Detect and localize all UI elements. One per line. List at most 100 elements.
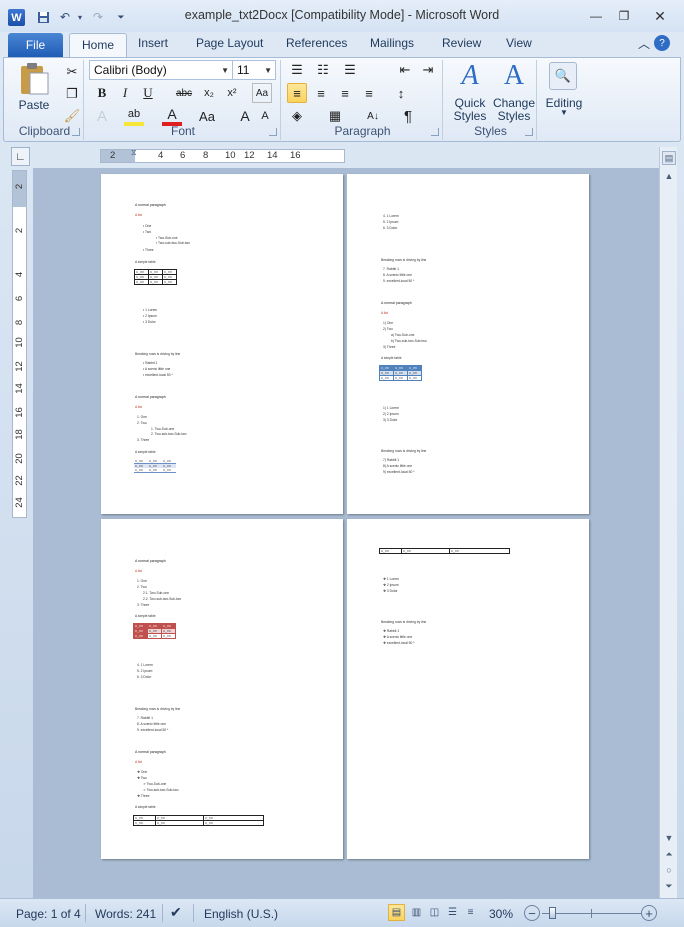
document-area[interactable]: A normal paragraph A list • One • Two ▪ … xyxy=(33,168,659,898)
page-4[interactable]: C_XX C_XX C_XX ❖ 1 Lorem ❖ 2 Ipsum ❖ 3 Dol… xyxy=(347,519,589,859)
shading-icon[interactable]: ◈ xyxy=(287,106,307,126)
select-browse-object-icon[interactable]: ○ xyxy=(662,863,676,877)
show-formatting-icon[interactable]: ¶ xyxy=(398,106,418,126)
font-launcher-icon[interactable] xyxy=(269,128,277,136)
print-layout-icon[interactable]: ▤ xyxy=(388,904,405,921)
change-case-button[interactable]: Aa xyxy=(197,106,217,126)
sort-icon[interactable]: A↓ xyxy=(363,106,383,126)
help-icon[interactable]: ? xyxy=(654,35,670,51)
align-right-icon[interactable]: ≡ xyxy=(335,83,355,103)
line-spacing-icon[interactable]: ↕ xyxy=(391,83,411,103)
next-page-icon[interactable]: ⏷ xyxy=(662,879,676,893)
subscript-button[interactable]: x₂ xyxy=(199,83,219,103)
align-left-icon[interactable]: ≡ xyxy=(287,83,307,103)
minimize-icon[interactable]: — xyxy=(583,7,609,25)
title-bar: W ↶ ▾ ↷ ⏷ example_txt2Docx [Compatibilit… xyxy=(0,0,684,32)
page-1[interactable]: A normal paragraph A list • One • Two ▪ … xyxy=(101,174,343,514)
zoom-in-icon[interactable]: + xyxy=(641,905,657,921)
vertical-scrollbar[interactable]: ▤ ▲ ▼ ⏶ ○ ⏷ xyxy=(659,147,677,898)
tab-insert[interactable]: Insert xyxy=(132,36,174,50)
page-3[interactable]: A normal paragraph A list 1. One 2. Two … xyxy=(101,519,343,859)
grow-font-button[interactable]: A xyxy=(235,106,255,126)
font-color-button[interactable]: A xyxy=(162,106,182,126)
list-item: 9. excellent-local 50 * xyxy=(137,728,169,732)
list-item: 6. 3 Dolor xyxy=(137,675,152,679)
shrink-font-button[interactable]: A xyxy=(255,106,275,126)
paste-label: Paste xyxy=(18,98,50,112)
close-icon[interactable]: ✕ xyxy=(647,7,673,25)
tab-file[interactable]: File xyxy=(8,33,63,57)
align-center-icon[interactable]: ≡ xyxy=(311,83,331,103)
previous-page-icon[interactable]: ⏶ xyxy=(662,847,676,861)
font-name-combo[interactable]: Calibri (Body) ▼ xyxy=(89,60,233,80)
quick-styles-label-2: Styles xyxy=(453,109,487,123)
multilevel-list-icon[interactable]: ☰ xyxy=(340,60,360,80)
simple-table-red: C_XX C_XX C_XX C_XX C_XX C_XX C_XX C_XX C_XX xyxy=(133,623,176,639)
italic-button[interactable]: I xyxy=(115,83,135,103)
full-screen-reading-icon[interactable]: ▥ xyxy=(408,904,425,921)
zoom-level[interactable]: 30% xyxy=(489,907,513,921)
outline-icon[interactable]: ☰ xyxy=(444,904,461,921)
zoom-slider-thumb[interactable] xyxy=(549,907,557,919)
decrease-indent-icon[interactable]: ⇤ xyxy=(395,60,415,80)
view-ruler-icon[interactable]: ▤ xyxy=(662,151,676,165)
underline-button[interactable]: U xyxy=(138,83,158,103)
paragraph-launcher-icon[interactable] xyxy=(431,128,439,136)
zoom-out-icon[interactable]: − xyxy=(524,905,540,921)
font-size-combo[interactable]: 11 ▼ xyxy=(232,60,276,80)
table-caption: A simple table xyxy=(381,356,402,360)
tab-references[interactable]: References xyxy=(280,36,353,50)
table-cell: C_XX xyxy=(148,279,163,285)
text-effects-button[interactable]: A xyxy=(92,106,112,126)
superscript-button[interactable]: x² xyxy=(222,83,242,103)
list-item: 3. Three xyxy=(137,438,150,442)
cut-icon[interactable]: ✂ xyxy=(62,62,82,82)
page-count[interactable]: Page: 1 of 4 xyxy=(16,907,81,921)
draft-icon[interactable]: ≡ xyxy=(462,904,479,921)
copy-icon[interactable]: ❐ xyxy=(62,84,82,104)
horizontal-ruler[interactable]: 2 4 6 8 10 12 14 16 ⧖ xyxy=(100,148,345,164)
language[interactable]: English (U.S.) xyxy=(204,907,278,921)
highlight-button[interactable]: ab xyxy=(124,106,144,126)
maximize-icon[interactable]: ❐ xyxy=(611,7,637,25)
tab-home[interactable]: Home xyxy=(69,33,128,58)
paste-button[interactable]: Paste xyxy=(14,62,54,118)
tab-review[interactable]: Review xyxy=(436,36,487,50)
indent-marker-icon[interactable]: ⧖ xyxy=(131,148,139,164)
clipboard-launcher-icon[interactable] xyxy=(72,128,80,136)
bullets-icon[interactable]: ☰ xyxy=(287,60,307,80)
proofing-icon[interactable]: ✔ xyxy=(170,904,182,921)
tab-view[interactable]: View xyxy=(500,36,538,50)
increase-indent-icon[interactable]: ⇥ xyxy=(418,60,438,80)
tab-page-layout[interactable]: Page Layout xyxy=(190,36,269,50)
scroll-down-icon[interactable]: ▼ xyxy=(662,831,676,845)
web-layout-icon[interactable]: ◫ xyxy=(426,904,443,921)
window-title: example_txt2Docx [Compatibility Mode] - … xyxy=(184,8,500,22)
justify-icon[interactable]: ≡ xyxy=(359,83,379,103)
find-icon: 🔍 xyxy=(549,62,577,90)
ruler-tick: 2 xyxy=(110,150,116,161)
borders-icon[interactable]: ▦ xyxy=(325,106,345,126)
strikethrough-button[interactable]: abc xyxy=(174,83,194,103)
list-item: 6. 3 Dolor xyxy=(383,226,398,230)
list-item: 9. excellent-local 50 * xyxy=(383,279,415,283)
table-caption: A simple table xyxy=(135,260,156,264)
format-painter-icon[interactable]: 🖌 xyxy=(62,106,82,126)
zoom-slider-track[interactable] xyxy=(542,913,642,914)
tab-mailings[interactable]: Mailings xyxy=(364,36,420,50)
quick-styles-button[interactable]: A Quick Styles xyxy=(448,60,492,126)
bold-button[interactable]: B xyxy=(92,83,112,103)
numbering-icon[interactable]: ☷ xyxy=(313,60,333,80)
clear-formatting-icon[interactable]: Aa xyxy=(252,83,272,103)
list-title: A list xyxy=(381,311,388,315)
word-count[interactable]: Words: 241 xyxy=(95,907,156,921)
scroll-up-icon[interactable]: ▲ xyxy=(662,169,676,183)
minimize-ribbon-icon[interactable]: ︿ xyxy=(632,35,656,52)
change-styles-button[interactable]: A Change Styles xyxy=(492,60,536,126)
list-item: 8. A scenic little one xyxy=(137,722,166,726)
vertical-ruler[interactable]: 2 2 4 6 8 10 12 14 16 18 20 22 24 xyxy=(12,170,27,518)
styles-launcher-icon[interactable] xyxy=(525,128,533,136)
tab-selector-icon[interactable]: ∟ xyxy=(11,147,30,166)
page-2[interactable]: 4. 1 Lorem 5. 2 Ipsum 6. 3 Dolor Breakin… xyxy=(347,174,589,514)
editing-button[interactable]: 🔍 Editing ▼ xyxy=(541,60,587,122)
